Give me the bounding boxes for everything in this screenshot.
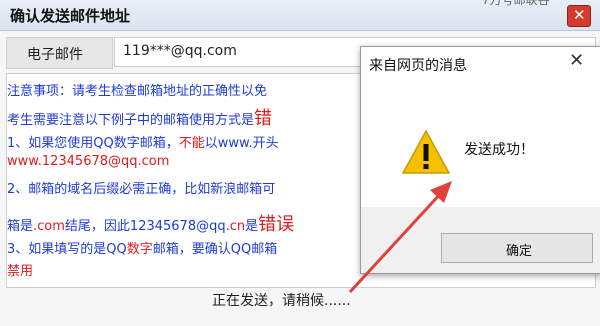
notice-line-8: 禁用 bbox=[7, 264, 34, 279]
message-dialog: 来自网页的消息 ✕ 发送成功！ 确定 bbox=[360, 46, 600, 274]
ok-button-label: 确定 bbox=[506, 244, 533, 259]
close-icon: ✕ bbox=[573, 6, 586, 24]
dialog-message: 发送成功！ bbox=[464, 142, 534, 158]
notice-line-2: 考生需要注意以下例子中的邮箱使用方式是错 bbox=[7, 108, 273, 129]
sending-status: 正在发送，请稍候...... bbox=[212, 293, 351, 309]
email-label-cell: 电子邮件 bbox=[6, 37, 113, 69]
email-value: 119***@qq.com bbox=[123, 43, 237, 59]
email-label: 电子邮件 bbox=[27, 47, 83, 63]
notice-line-4: www.12345678@qq.com bbox=[7, 154, 170, 169]
window-title: 确认发送邮件地址 bbox=[10, 7, 131, 25]
dialog-title: 来自网页的消息 bbox=[369, 58, 467, 74]
notice-line-3: 1、如果您使用QQ数字邮箱，不能以www.开头 bbox=[7, 136, 279, 151]
background-window-text: 7万号邮联谷 bbox=[482, 0, 550, 7]
ok-button[interactable]: 确定 bbox=[441, 233, 593, 263]
dialog-close-icon[interactable]: ✕ bbox=[569, 50, 584, 71]
window-titlebar: 确认发送邮件地址 7万号邮联谷 ✕ bbox=[0, 0, 600, 31]
notice-line-1: 注意事项：请考生检查邮箱地址的正确性以免 bbox=[7, 84, 268, 99]
window-close-button[interactable]: ✕ bbox=[567, 5, 591, 27]
warning-icon bbox=[401, 129, 451, 174]
notice-line-6: 箱是.com结尾，因此12345678@qq.cn是错误 bbox=[7, 214, 295, 235]
notice-line-5: 2、邮箱的域名后缀必需正确，比如新浪邮箱可 bbox=[7, 182, 276, 197]
notice-line-7: 3、如果填写的是QQ数字邮箱，要确认QQ邮箱 bbox=[7, 242, 278, 257]
